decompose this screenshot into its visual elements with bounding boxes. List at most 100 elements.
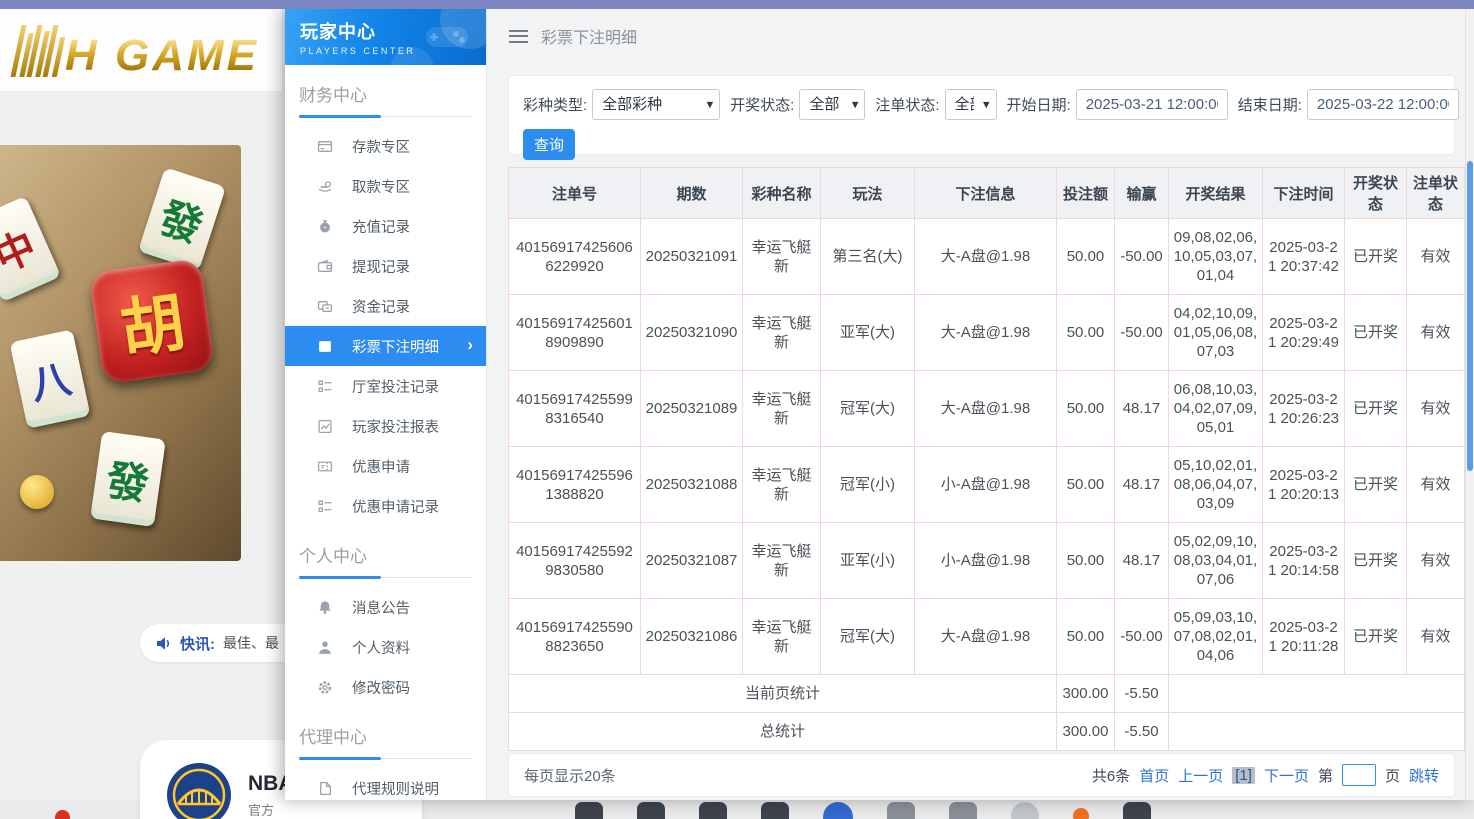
cell-play-type: 第三名(大) <box>821 219 915 295</box>
brand-logo[interactable]: H GAME <box>0 9 282 77</box>
hamburger-menu-icon[interactable] <box>509 30 528 43</box>
sidebar-item-label: 存款专区 <box>352 136 410 157</box>
recharge-record-icon <box>316 218 333 235</box>
sidebar-item-lottery-bet-detail[interactable]: 彩票下注明细 › <box>285 326 486 366</box>
cell-bet-time: 2025-03-21 20:29:49 <box>1263 295 1345 371</box>
section-divider <box>299 115 472 118</box>
sidebar-item-funds-record[interactable]: 资金记录 <box>285 286 486 326</box>
cell-bet-time: 2025-03-21 20:37:42 <box>1263 219 1345 295</box>
cell-play-type: 亚军(小) <box>821 523 915 599</box>
sidebar-item-promo-apply-record[interactable]: 优惠申请记录 <box>285 486 486 526</box>
chevron-right-icon: › <box>467 335 473 355</box>
cell-bet-info: 大-A盘@1.98 <box>915 219 1057 295</box>
bet-status-select[interactable]: 全部 <box>945 89 997 120</box>
page-jump-input[interactable] <box>1342 764 1376 786</box>
sidebar-section: 代理中心代理规则说明代理团队统计 <box>285 723 486 800</box>
search-button[interactable]: 查询 <box>523 129 575 160</box>
cell-bet-info: 小-A盘@1.98 <box>915 447 1057 523</box>
cell-play-type: 冠军(大) <box>821 371 915 447</box>
cell-win-loss: -50.00 <box>1115 295 1169 371</box>
end-date-input[interactable] <box>1307 89 1459 120</box>
draw-status-select[interactable]: 全部 <box>799 89 865 120</box>
sidebar-item-recharge-record[interactable]: 充值记录 <box>285 206 486 246</box>
cell-draw-status: 已开奖 <box>1345 219 1407 295</box>
cell-bet-status: 有效 <box>1407 371 1465 447</box>
col-header-draw-status: 开奖状态 <box>1345 168 1407 219</box>
mahjong-tile: 發 <box>138 167 226 270</box>
sidebar-item-withdrawal-record[interactable]: 提现记录 <box>285 246 486 286</box>
first-page-link[interactable]: 首页 <box>1139 765 1169 786</box>
cell-play-type: 冠军(大) <box>821 599 915 675</box>
next-page-link[interactable]: 下一页 <box>1264 765 1309 786</box>
sidebar-item-label: 代理规则说明 <box>352 778 439 799</box>
footer-app-icon <box>699 802 727 819</box>
jump-button[interactable]: 跳转 <box>1409 765 1439 786</box>
sidebar-item-label: 取款专区 <box>352 176 410 197</box>
footer-app-icon <box>1011 802 1039 819</box>
main-content: 彩票下注明细 彩种类型: 全部彩种 开奖状态: 全部 注单状态: 全部 <box>487 9 1474 800</box>
sidebar-item-change-password[interactable]: 修改密码 <box>285 667 486 707</box>
sidebar-item-label: 消息公告 <box>352 597 410 618</box>
player-bet-report-icon <box>316 418 333 435</box>
cell-bet-id: 401569174256066229920 <box>509 219 641 295</box>
start-date-input[interactable] <box>1076 89 1228 120</box>
table-header-row: 注单号期数彩种名称玩法下注信息投注额输赢开奖结果下注时间开奖状态注单状态 <box>509 168 1465 219</box>
cell-bet-amount: 50.00 <box>1057 599 1115 675</box>
top-strip <box>0 0 1474 9</box>
sidebar-item-hall-bet-record[interactable]: 厅室投注记录 <box>285 366 486 406</box>
sidebar-section: 财务中心存款专区取款专区充值记录提现记录资金记录彩票下注明细 › 厅室投注记录玩家投… <box>285 81 486 526</box>
players-center-modal: 玩家中心 PLAYERS CENTER 财务中心存款专区取款专区充值记录提现记录… <box>285 9 1474 800</box>
sidebar-item-promo-apply[interactable]: 优惠申请 <box>285 446 486 486</box>
cell-bet-info: 大-A盘@1.98 <box>915 599 1057 675</box>
sidebar-item-label: 修改密码 <box>352 677 410 698</box>
footer-app-icon <box>1123 802 1151 819</box>
sidebar-item-withdraw[interactable]: 取款专区 <box>285 166 486 206</box>
cell-bet-info: 小-A盘@1.98 <box>915 523 1057 599</box>
footer-app-icon <box>1073 808 1089 819</box>
sidebar-header: 玩家中心 PLAYERS CENTER <box>285 9 486 65</box>
cell-lottery-name: 幸运飞艇新 <box>743 295 821 371</box>
sidebar-section-title: 财务中心 <box>299 81 486 106</box>
cell-win-loss: -50.00 <box>1115 219 1169 295</box>
cell-bet-id: 401569174255908823650 <box>509 599 641 675</box>
vertical-scrollbar[interactable] <box>1465 9 1474 800</box>
summary-row: 当前页统计300.00-5.50 <box>509 675 1465 713</box>
funds-record-icon <box>316 298 333 315</box>
sidebar-item-messages[interactable]: 消息公告 <box>285 587 486 627</box>
pagination-bar: 每页显示20条 共6条 首页 上一页 [1] 下一页 第 页 跳转 <box>508 753 1455 797</box>
coin-decoration <box>20 475 54 509</box>
ticker-label: 快讯: <box>180 633 215 654</box>
mahjong-tile: 發 <box>90 431 166 527</box>
scrollbar-thumb[interactable] <box>1467 161 1473 471</box>
cell-bet-amount: 50.00 <box>1057 295 1115 371</box>
draw-status-select-wrap: 全部 <box>799 89 865 120</box>
sidebar-item-player-bet-report[interactable]: 玩家投注报表 <box>285 406 486 446</box>
sidebar-item-deposit[interactable]: 存款专区 <box>285 126 486 166</box>
page: H GAME 中 發 八 發 胡 快讯: 最佳、最 NBA 官方 <box>0 0 1474 819</box>
lottery-type-select[interactable]: 全部彩种 <box>592 89 720 120</box>
sidebar-item-agent-rules[interactable]: 代理规则说明 <box>285 768 486 800</box>
mahjong-banner-image: 中 發 八 發 胡 <box>0 145 241 561</box>
cell-issue: 20250321086 <box>641 599 743 675</box>
logo-bars-icon <box>16 25 61 77</box>
ticker-text: 最佳、最 <box>223 633 279 653</box>
sidebar-item-profile[interactable]: 个人资料 <box>285 627 486 667</box>
sidebar-section-title: 代理中心 <box>299 723 486 748</box>
cell-lottery-name: 幸运飞艇新 <box>743 599 821 675</box>
agent-rules-icon <box>316 780 333 797</box>
draw-status-label: 开奖状态: <box>730 94 794 115</box>
cell-bet-info: 大-A盘@1.98 <box>915 295 1057 371</box>
cell-draw-result: 05,02,09,10,08,03,04,01,07,06 <box>1169 523 1263 599</box>
summary-row: 总统计300.00-5.50 <box>509 713 1465 751</box>
prev-page-link[interactable]: 上一页 <box>1178 765 1223 786</box>
cell-draw-result: 05,09,03,10,07,08,02,01,04,06 <box>1169 599 1263 675</box>
cell-bet-status: 有效 <box>1407 599 1465 675</box>
sidebar-item-label: 彩票下注明细 <box>352 336 439 357</box>
gamepad-icon <box>424 21 470 53</box>
cell-draw-result: 06,08,10,03,04,02,07,09,05,01 <box>1169 371 1263 447</box>
sidebar-item-label: 充值记录 <box>352 216 410 237</box>
cell-bet-time: 2025-03-21 20:11:28 <box>1263 599 1345 675</box>
summary-empty <box>1169 713 1465 751</box>
cell-bet-id: 401569174256018909890 <box>509 295 641 371</box>
summary-label: 当前页统计 <box>509 675 1057 713</box>
